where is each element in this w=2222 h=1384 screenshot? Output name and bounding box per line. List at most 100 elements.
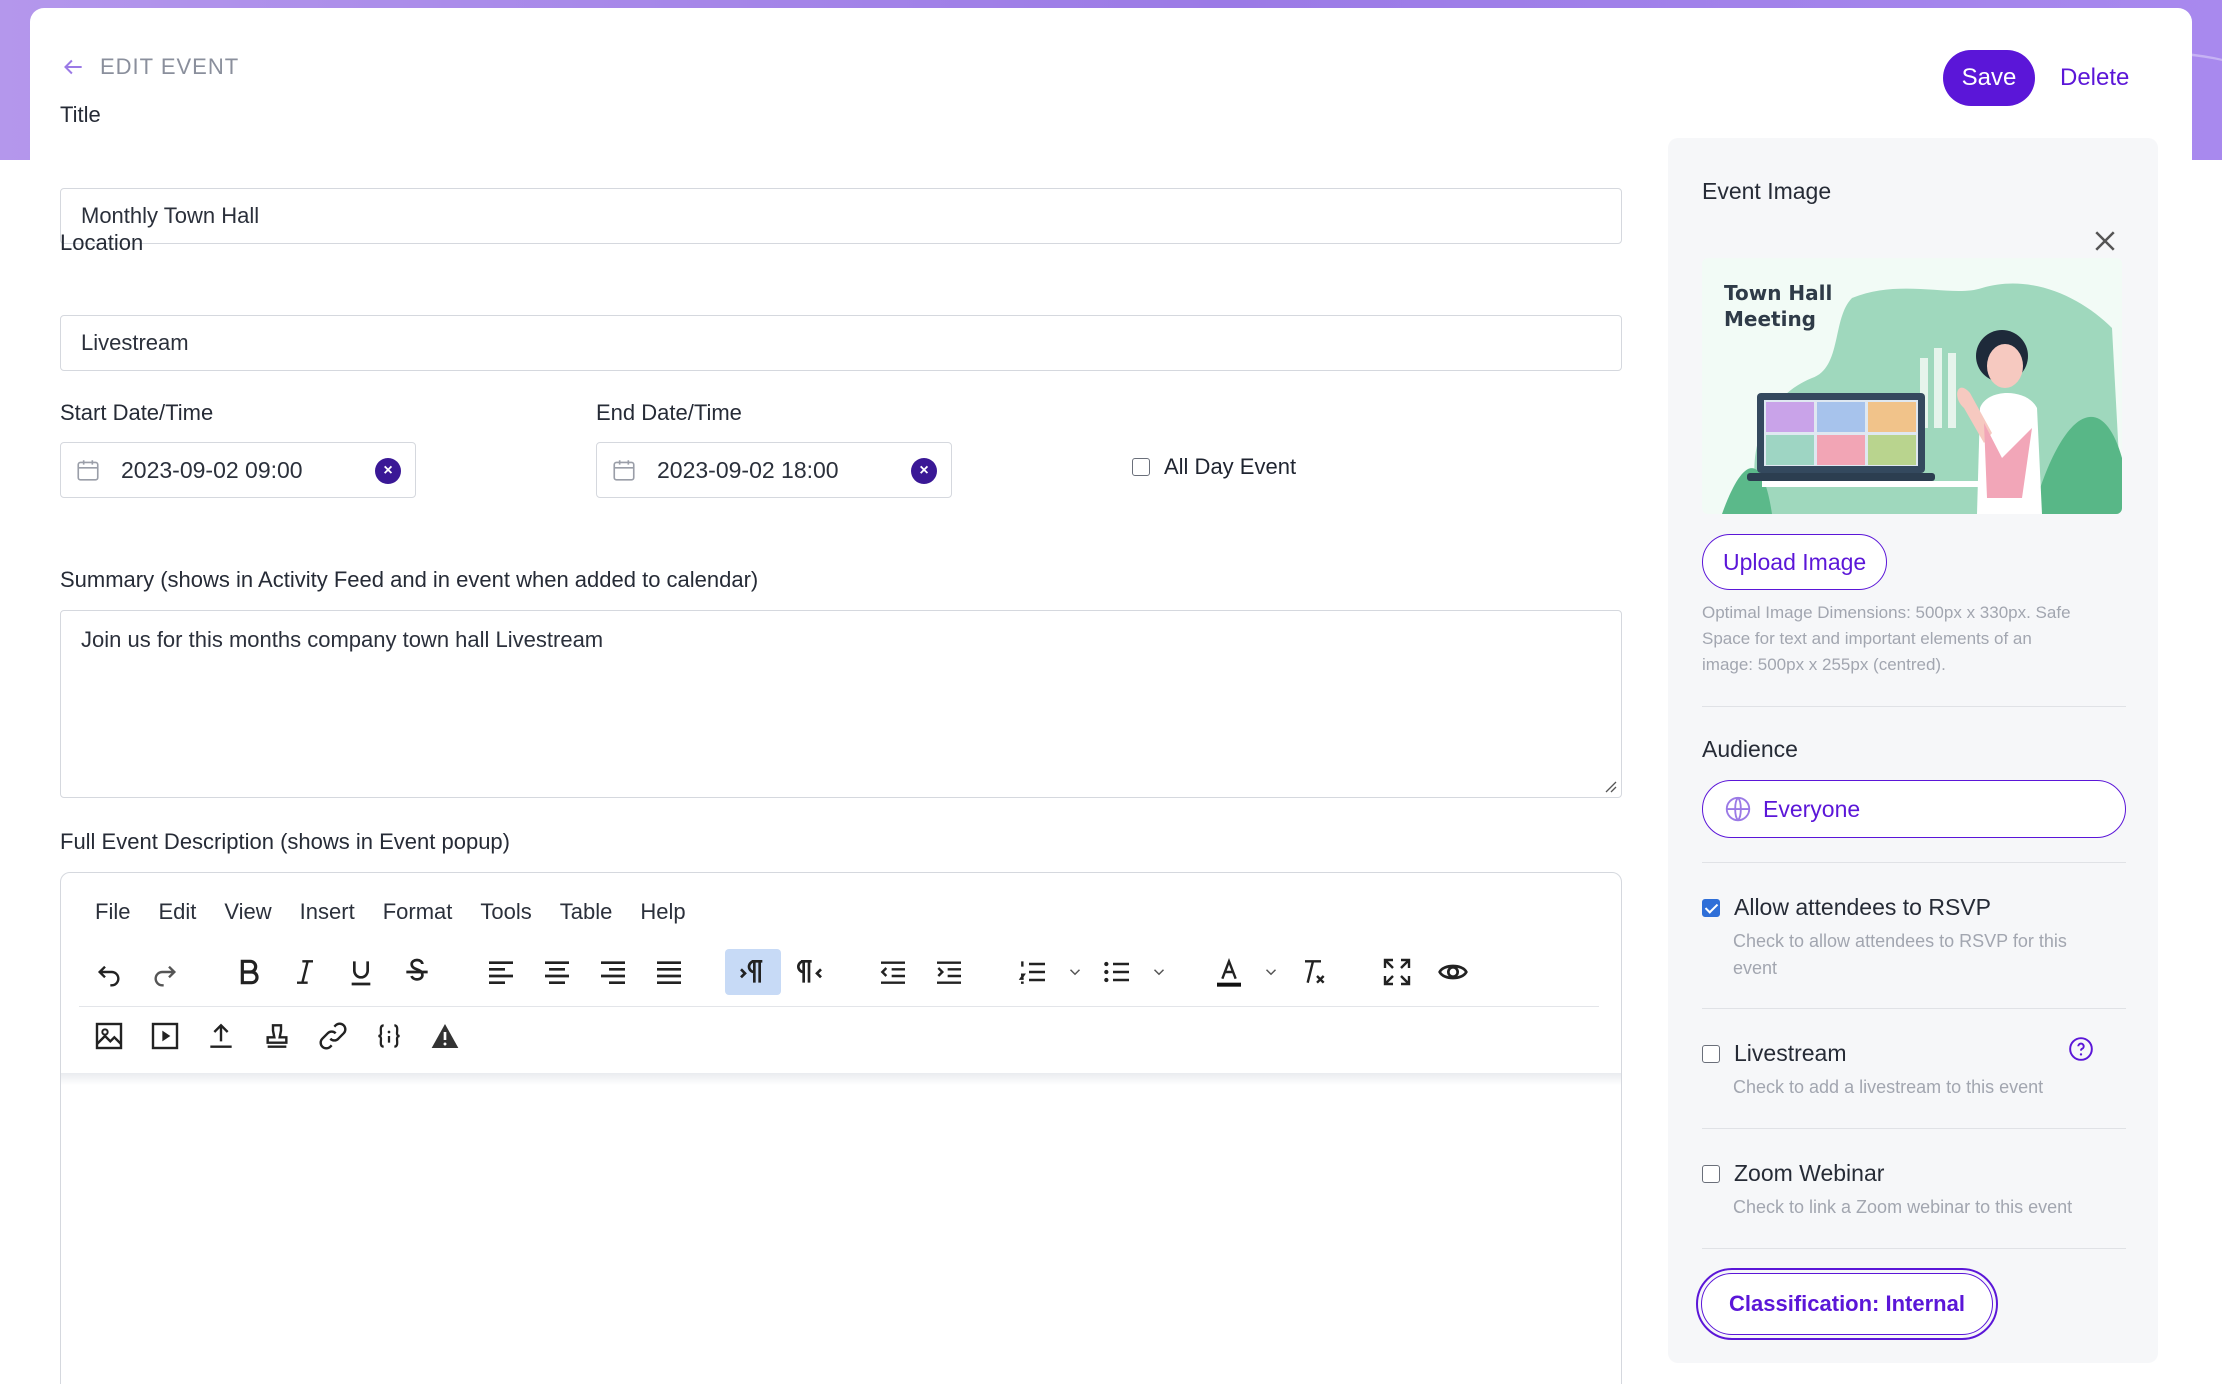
livestream-option[interactable]: Livestream	[1702, 1040, 1846, 1067]
indent-button[interactable]	[921, 949, 977, 995]
stamp-icon	[266, 1024, 288, 1048]
image-hint-line3: image: 500px x 255px (centred).	[1702, 655, 1946, 674]
menu-file[interactable]: File	[95, 899, 130, 925]
redo-icon	[154, 965, 177, 987]
location-input[interactable]: Livestream	[60, 315, 1622, 371]
calendar-icon	[77, 460, 99, 481]
rtl-button[interactable]	[781, 949, 837, 995]
toolbar-shadow	[61, 1073, 1621, 1085]
menu-tools[interactable]: Tools	[480, 899, 531, 925]
align-center-icon	[545, 961, 569, 984]
fullscreen-button[interactable]	[1369, 949, 1425, 995]
strikethrough-icon	[406, 958, 428, 981]
rsvp-checkbox[interactable]	[1702, 898, 1720, 917]
image-hint-line1: Optimal Image Dimensions: 500px x 330px.…	[1702, 603, 2071, 622]
redo-button[interactable]	[137, 949, 193, 995]
editor-menubar: File Edit View Insert Format Tools Table…	[95, 899, 686, 925]
side-panel: Event Image Town Hall Meeting Upload Ima…	[1668, 138, 2158, 1363]
insert-media-button[interactable]	[137, 1013, 193, 1059]
image-icon	[95, 1022, 123, 1050]
bold-button[interactable]	[221, 949, 277, 995]
clear-end-date-icon[interactable]: ×	[911, 458, 937, 484]
side-divider	[1702, 1008, 2126, 1009]
upload-image-button[interactable]: Upload Image	[1702, 534, 1888, 590]
align-center-button[interactable]	[529, 949, 585, 995]
strikethrough-button[interactable]	[389, 949, 445, 995]
menu-format[interactable]: Format	[383, 899, 453, 925]
all-day-checkbox[interactable]	[1132, 458, 1150, 476]
save-button[interactable]: Save	[1943, 50, 2035, 106]
livestream-label: Livestream	[1734, 1040, 1847, 1066]
numbered-list-dropdown[interactable]	[1061, 949, 1089, 995]
close-icon[interactable]	[2090, 226, 2120, 256]
italic-button[interactable]	[277, 949, 333, 995]
livestream-checkbox[interactable]	[1702, 1044, 1720, 1063]
align-left-button[interactable]	[473, 949, 529, 995]
rsvp-description-line1: Check to allow attendees to RSVP for thi…	[1733, 931, 2067, 951]
rsvp-label: Allow attendees to RSVP	[1734, 894, 1991, 920]
outdent-icon	[880, 961, 905, 984]
text-color-button[interactable]	[1201, 949, 1257, 995]
menu-table[interactable]: Table	[560, 899, 613, 925]
zoom-webinar-checkbox[interactable]	[1702, 1164, 1720, 1183]
stamp-button[interactable]	[249, 1013, 305, 1059]
start-date-label: Start Date/Time	[60, 400, 214, 425]
bullet-list-button[interactable]	[1089, 949, 1145, 995]
help-icon[interactable]	[2068, 1036, 2094, 1062]
back-link[interactable]: EDIT EVENT	[60, 54, 239, 80]
image-title-line2: Meeting	[1724, 307, 1816, 331]
ltr-button[interactable]	[725, 949, 781, 995]
audience-selector[interactable]: Everyone	[1702, 780, 2126, 838]
side-divider	[1702, 1248, 2126, 1249]
menu-view[interactable]: View	[224, 899, 271, 925]
delete-button[interactable]: Delete	[2060, 56, 2129, 100]
undo-button[interactable]	[81, 949, 137, 995]
location-label: Location	[60, 230, 144, 255]
zoom-webinar-option[interactable]: Zoom Webinar	[1702, 1160, 1884, 1187]
location-input-value: Livestream	[81, 330, 189, 355]
start-date-input[interactable]: 2023-09-02 09:00 ×	[60, 442, 416, 498]
ltr-icon	[740, 960, 763, 983]
outdent-button[interactable]	[865, 949, 921, 995]
align-right-icon	[601, 961, 625, 984]
summary-textarea[interactable]: Join us for this months company town hal…	[60, 610, 1622, 798]
clear-format-button[interactable]	[1285, 949, 1341, 995]
zoom-webinar-description: Check to link a Zoom webinar to this eve…	[1733, 1197, 2073, 1217]
summary-value: Join us for this months company town hal…	[81, 627, 604, 652]
warning-button[interactable]	[417, 1013, 473, 1059]
text-color-dropdown[interactable]	[1257, 949, 1285, 995]
menu-help[interactable]: Help	[640, 899, 685, 925]
link-icon	[319, 1022, 347, 1050]
arrow-left-icon	[64, 59, 82, 75]
end-date-input[interactable]: 2023-09-02 18:00 ×	[596, 442, 952, 498]
align-justify-button[interactable]	[641, 949, 697, 995]
all-day-event-option[interactable]: All Day Event	[1132, 454, 1296, 480]
side-divider	[1702, 862, 2126, 863]
insert-code-button[interactable]	[361, 1013, 417, 1059]
event-image-heading: Event Image	[1702, 178, 1832, 204]
title-input[interactable]: Monthly Town Hall	[60, 188, 1622, 244]
bullet-list-dropdown[interactable]	[1145, 949, 1173, 995]
calendar-icon	[613, 460, 635, 481]
resize-handle-icon[interactable]	[1603, 779, 1617, 793]
preview-button[interactable]	[1425, 949, 1481, 995]
align-right-button[interactable]	[585, 949, 641, 995]
rsvp-option[interactable]: Allow attendees to RSVP	[1702, 894, 1991, 921]
end-date-label: End Date/Time	[596, 400, 742, 425]
underline-button[interactable]	[333, 949, 389, 995]
numbered-list-button[interactable]	[1005, 949, 1061, 995]
insert-link-button[interactable]	[305, 1013, 361, 1059]
menu-edit[interactable]: Edit	[158, 899, 196, 925]
menu-insert[interactable]: Insert	[300, 899, 355, 925]
align-left-icon	[489, 961, 513, 984]
title-input-value: Monthly Town Hall	[81, 203, 260, 228]
upload-file-button[interactable]	[193, 1013, 249, 1059]
rich-text-editor: File Edit View Insert Format Tools Table…	[60, 872, 1622, 1384]
insert-image-button[interactable]	[81, 1013, 137, 1059]
italic-icon	[297, 960, 313, 984]
clear-start-date-icon[interactable]: ×	[375, 458, 401, 484]
undo-icon	[97, 965, 120, 987]
clear-format-icon	[1305, 960, 1325, 984]
town-hall-illustration: Town Hall Meeting	[1702, 258, 2122, 514]
classification-button[interactable]: Classification: Internal	[1701, 1273, 1993, 1335]
